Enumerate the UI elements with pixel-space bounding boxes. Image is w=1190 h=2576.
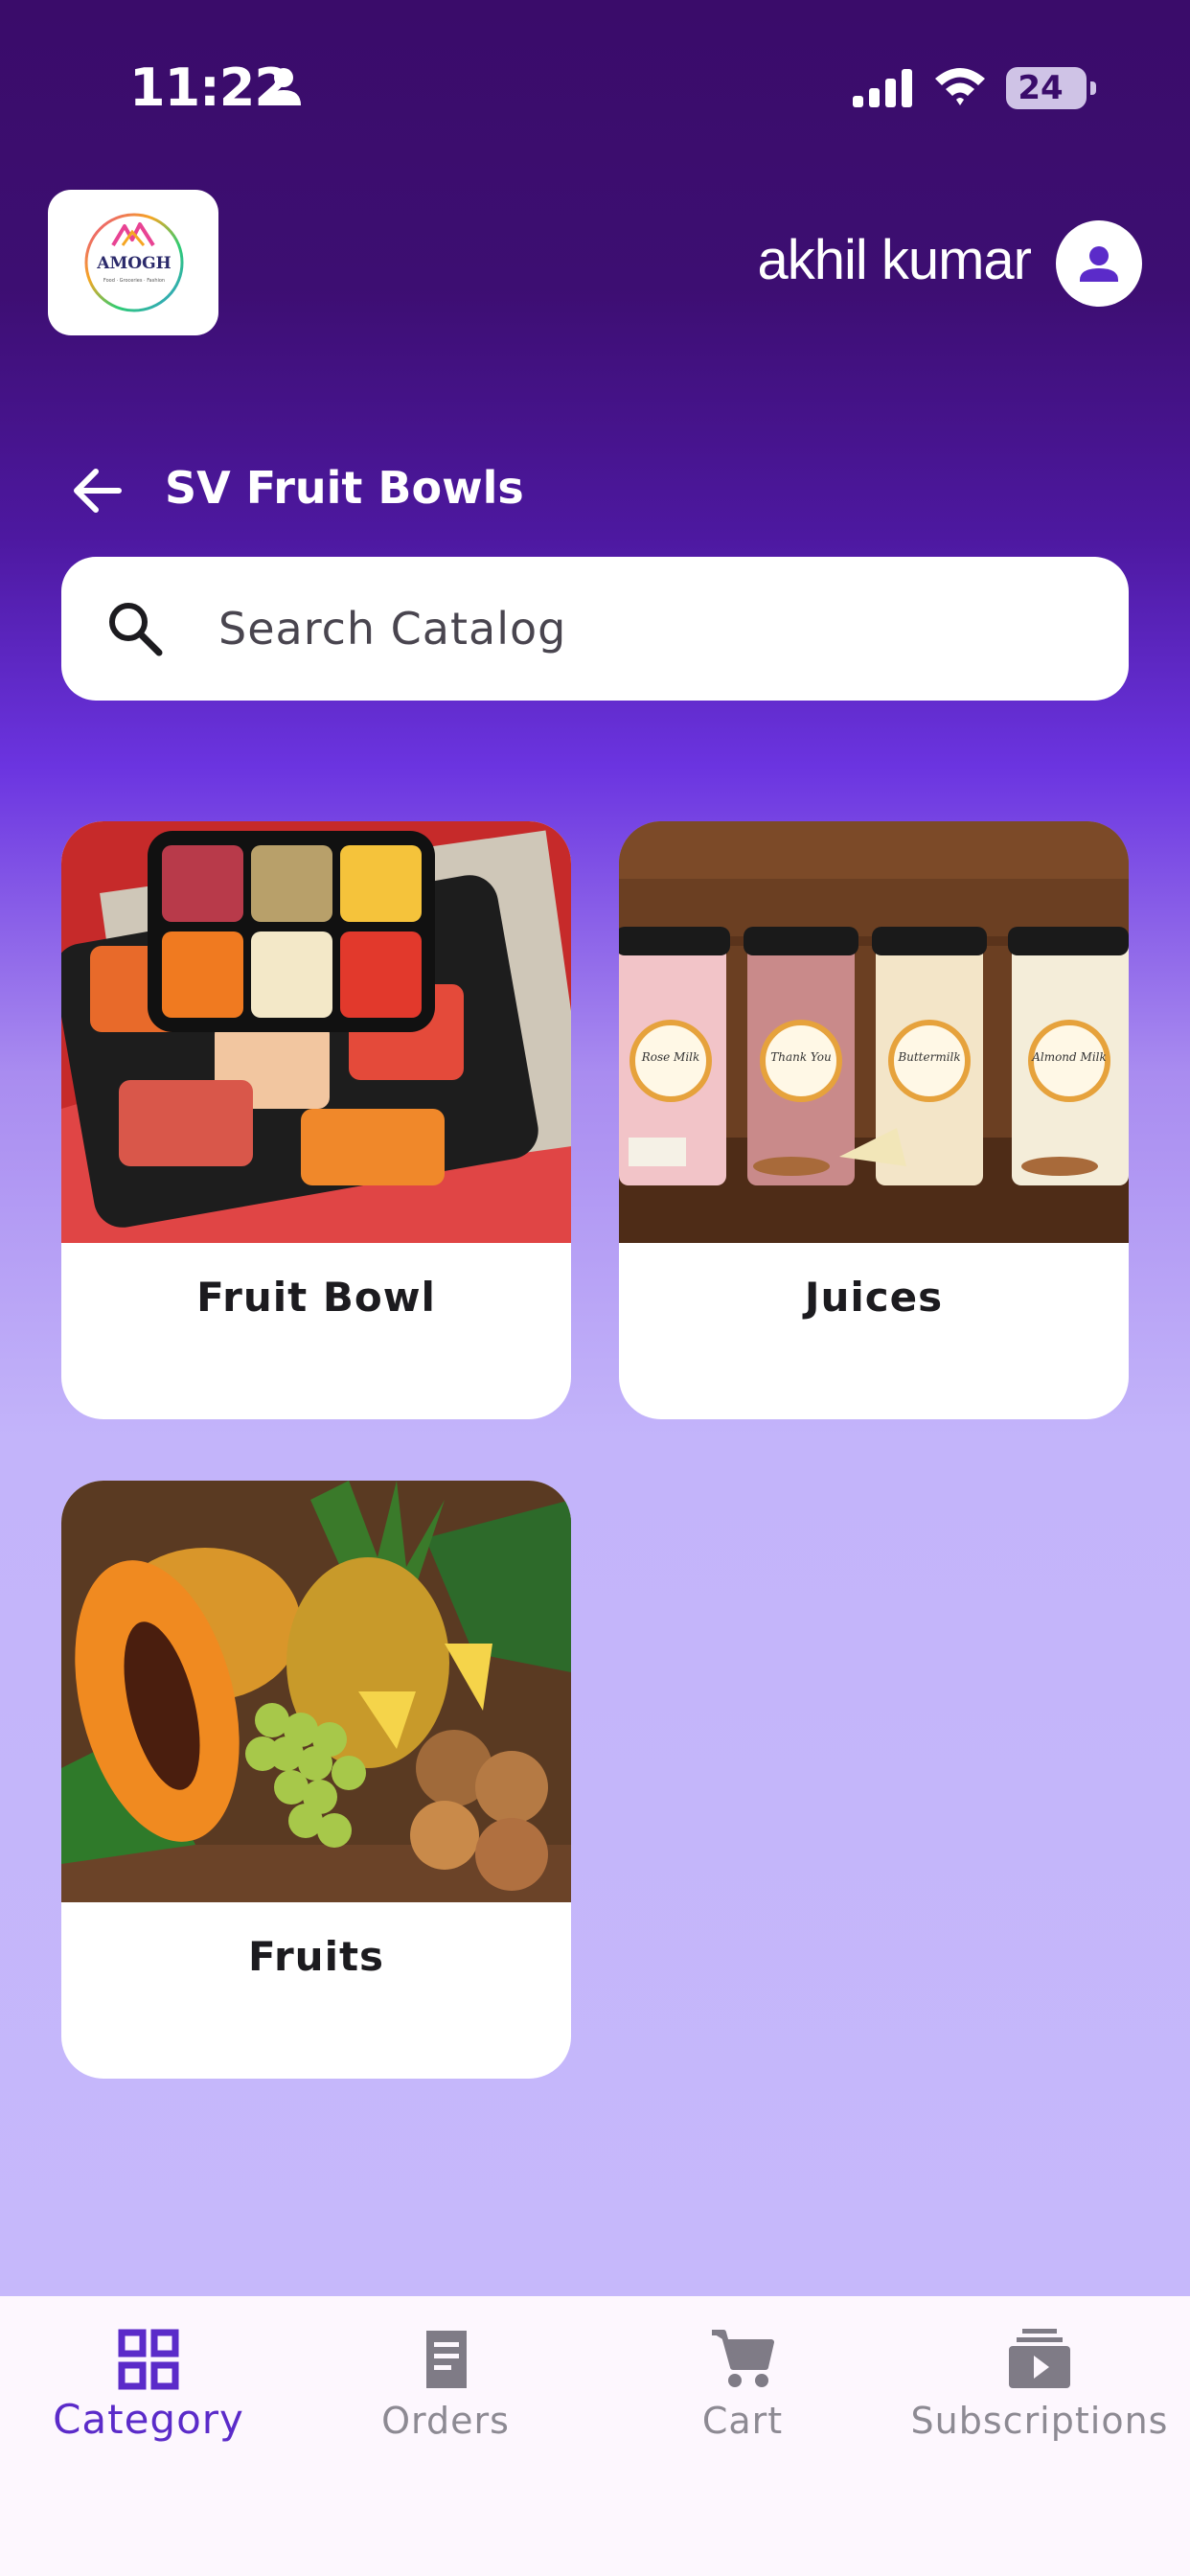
nav-orders[interactable]: Orders bbox=[297, 2296, 594, 2488]
battery-indicator: 24 bbox=[1006, 67, 1096, 109]
category-card-fruit-bowl[interactable]: Fruit Bowl bbox=[61, 821, 571, 1419]
status-bar: 11:22 24 bbox=[0, 0, 1190, 172]
back-button[interactable] bbox=[69, 462, 126, 523]
category-label: Juices bbox=[804, 1274, 944, 1321]
amogh-logo-icon: AMOGH Food · Groceries · Fashion bbox=[84, 213, 184, 312]
signal-icon bbox=[853, 69, 912, 107]
receipt-icon bbox=[426, 2331, 467, 2388]
app-logo[interactable]: AMOGH Food · Groceries · Fashion bbox=[48, 190, 218, 335]
search-bar[interactable] bbox=[61, 557, 1129, 701]
fruit-bowl-image bbox=[61, 821, 571, 1243]
category-label: Fruits bbox=[247, 1933, 385, 1980]
person-mini-icon bbox=[266, 68, 301, 105]
category-card-fruits[interactable]: Fruits bbox=[61, 1481, 571, 2079]
cart-icon bbox=[712, 2330, 774, 2387]
logo-tagline: Food · Groceries · Fashion bbox=[103, 278, 165, 284]
category-label: Fruit Bowl bbox=[196, 1274, 436, 1321]
cup-label: Almond Milk bbox=[1031, 1050, 1107, 1064]
juices-image: Rose Milk Thank You Buttermilk Almond Mi… bbox=[619, 821, 1129, 1243]
search-input[interactable] bbox=[218, 595, 1062, 662]
nav-cart[interactable]: Cart bbox=[594, 2296, 891, 2488]
nav-subscriptions[interactable]: Subscriptions bbox=[891, 2296, 1188, 2488]
search-icon bbox=[109, 603, 163, 656]
cup-label: Thank You bbox=[770, 1050, 832, 1064]
nav-label: Orders bbox=[381, 2400, 510, 2442]
nav-label: Category bbox=[53, 2396, 244, 2443]
category-card-juices[interactable]: Rose Milk Thank You Buttermilk Almond Mi… bbox=[619, 821, 1129, 1419]
battery-cap bbox=[1090, 81, 1096, 95]
person-icon bbox=[1080, 246, 1118, 282]
wifi-icon bbox=[935, 68, 985, 105]
logo-text: AMOGH bbox=[96, 254, 171, 273]
cup-label: Buttermilk bbox=[897, 1050, 960, 1064]
cup-label: Rose Milk bbox=[641, 1050, 700, 1064]
subscriptions-icon bbox=[1009, 2329, 1070, 2388]
battery-level: 24 bbox=[1018, 69, 1064, 107]
nav-category[interactable]: Category bbox=[0, 2296, 297, 2488]
fruits-image bbox=[61, 1481, 571, 1902]
profile-button[interactable] bbox=[1056, 220, 1142, 307]
nav-label: Cart bbox=[701, 2400, 784, 2442]
page-title: SV Fruit Bowls bbox=[165, 462, 524, 514]
username: akhil kumar bbox=[757, 229, 1032, 291]
arrow-left-icon bbox=[74, 469, 122, 513]
status-time: 11:22 bbox=[129, 58, 290, 118]
nav-label: Subscriptions bbox=[910, 2400, 1169, 2442]
grid-icon bbox=[118, 2329, 179, 2390]
bottom-navigation: Category Orders Cart Subscriptions bbox=[0, 2296, 1190, 2576]
